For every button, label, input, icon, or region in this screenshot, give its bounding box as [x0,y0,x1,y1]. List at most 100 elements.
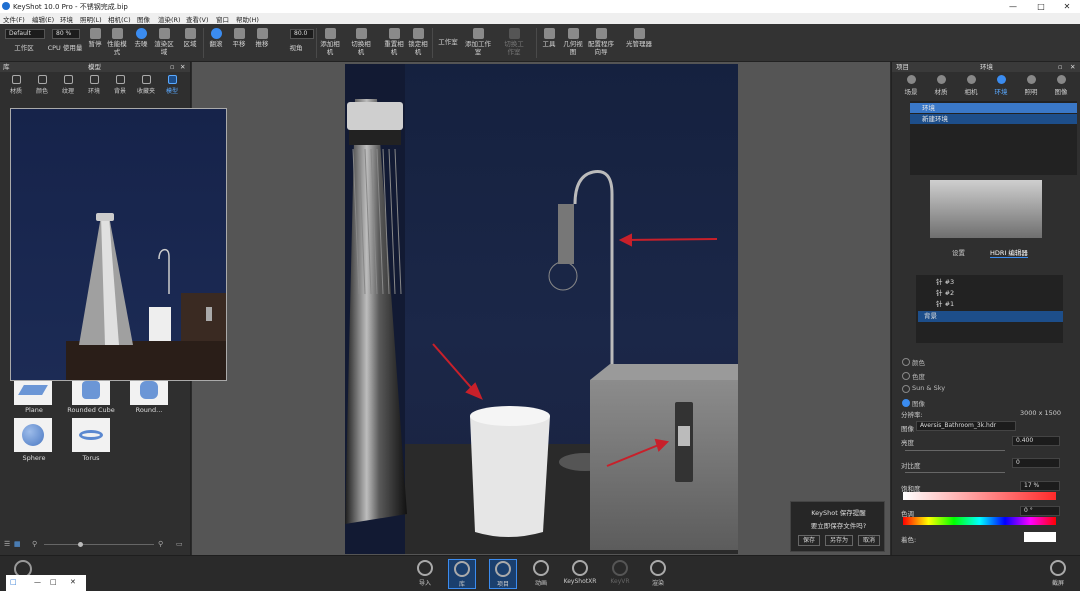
radio-chroma[interactable]: 色度 [902,371,925,381]
minimized-window-thumb[interactable]: □ — □ ✕ [6,575,86,591]
radio-sun-sky[interactable]: Sun & Sky [902,384,945,393]
model-thumb-sphere[interactable] [14,418,52,452]
layer-pin-3[interactable]: 针 #3 [918,277,1063,288]
rendered-scene[interactable] [345,64,738,554]
cpu-percent-field[interactable]: 80 % [52,29,80,39]
subtab-settings[interactable]: 设置 [952,247,965,257]
menu-help[interactable]: 帮助(H) [236,14,259,24]
brightness-slider[interactable] [905,450,1005,451]
pan-button[interactable]: 平移 [229,26,249,60]
environment-item-2[interactable]: 新建环境 [910,114,1077,124]
keyvr-button[interactable]: KeyVR [606,559,634,589]
project-button[interactable]: 项目 [489,559,517,589]
layer-pin-1[interactable]: 针 #1 [918,299,1063,310]
brightness-field[interactable]: 0.400 [1012,436,1060,446]
layer-pin-2[interactable]: 针 #2 [918,288,1063,299]
region-button[interactable]: 区域 [179,26,201,60]
performance-mode-button[interactable]: 性能模式 [106,26,128,60]
menu-camera[interactable]: 相机(C) [108,14,131,24]
tab-lighting[interactable]: 照明 [1018,75,1044,96]
saturation-field[interactable]: 17 % [1020,481,1060,491]
lock-camera-button[interactable]: 锁定相机 [407,26,429,60]
subtab-hdri-editor[interactable]: HDRI 编辑器 [990,247,1028,258]
hue-field[interactable]: 0 ° [1020,506,1060,516]
float-icon[interactable]: ▫ [1058,62,1062,72]
reset-camera-button[interactable]: 重置相机 [383,26,405,60]
dolly-button[interactable]: 推移 [252,26,272,60]
radio-image[interactable]: 图像 [902,398,925,408]
tab-environment[interactable]: 环境 [988,75,1014,96]
configurator-wizard-button[interactable]: 配置程序向导 [587,26,615,60]
thumbnail-size-slider[interactable] [44,544,154,545]
tab-models[interactable]: 模型 [161,75,183,95]
folder-icon[interactable]: ▭ [176,540,183,548]
taskbar-minimize-icon[interactable]: — [34,578,41,586]
close-button[interactable]: ✕ [1054,0,1080,13]
radio-color[interactable]: 颜色 [902,357,925,367]
layer-background[interactable]: 背景 [918,311,1063,322]
taskbar-close-icon[interactable]: ✕ [70,578,76,586]
add-studio-button[interactable]: 添加工作室 [465,26,491,60]
tab-environments[interactable]: 环境 [83,75,105,95]
workspace-button[interactable]: 工作区 [8,44,40,58]
tab-favorites[interactable]: 收藏夹 [135,75,157,95]
render-region-button[interactable]: 渲染区域 [153,26,175,60]
float-icon[interactable]: ▫ [170,62,174,72]
list-view-icon[interactable]: ☰ [4,540,10,548]
hue-gradient-slider[interactable] [903,517,1056,525]
tab-colors[interactable]: 颜色 [31,75,53,95]
tumble-button[interactable]: 翻滚 [206,26,226,60]
slider-handle[interactable] [78,542,83,547]
model-thumb-torus[interactable] [72,418,110,452]
library-button[interactable]: 库 [448,559,476,589]
menu-view[interactable]: 查看(V) [186,14,209,24]
tab-backgrounds[interactable]: 背景 [109,75,131,95]
studio-button[interactable]: 工作室 [436,38,460,58]
denoise-button[interactable]: 去噪 [131,26,151,60]
save-button[interactable]: 保存 [798,535,820,546]
taskbar-maximize-icon[interactable]: □ [50,578,57,586]
tint-color-swatch[interactable] [1024,532,1056,542]
cancel-button[interactable]: 取消 [858,535,880,546]
geometry-view-button[interactable]: 几何视图 [562,26,584,60]
fov-field[interactable]: 80.0 [290,29,314,39]
add-camera-button[interactable]: 添加相机 [319,26,341,60]
tab-materials[interactable]: 材质 [5,75,27,95]
environment-item-1[interactable]: 环境 [910,103,1077,113]
grid-view-icon[interactable]: ▦ [14,540,21,548]
light-manager-button[interactable]: 光管理器 [623,26,655,60]
tools-button[interactable]: 工具 [539,26,559,60]
contrast-field[interactable]: 0 [1012,458,1060,468]
pause-button[interactable]: 暂停 [86,26,104,60]
zoom-out-icon[interactable]: ⚲ [32,540,37,548]
menu-render[interactable]: 渲染(R) [158,14,181,24]
save-as-button[interactable]: 另存为 [825,535,853,546]
import-button[interactable]: 导入 [411,559,439,589]
zoom-in-icon[interactable]: ⚲ [158,540,163,548]
switch-camera-button[interactable]: 切换相机 [350,26,372,60]
render-button[interactable]: 渲染 [644,559,672,589]
menu-file[interactable]: 文件(F) [3,14,25,24]
minimize-button[interactable]: — [1000,0,1026,13]
tab-textures[interactable]: 纹理 [57,75,79,95]
panel-close-icon[interactable]: ✕ [1070,62,1075,72]
preview-window[interactable] [10,108,227,381]
menu-image[interactable]: 图像 [137,14,150,24]
preset-dropdown[interactable]: Default [5,29,45,39]
menu-window[interactable]: 窗口 [216,14,229,24]
tab-image[interactable]: 图像 [1048,75,1074,96]
screenshot-button[interactable]: 截屏 [1044,559,1072,589]
animation-button[interactable]: 动画 [527,559,555,589]
tab-material[interactable]: 材质 [928,75,954,96]
menu-edit[interactable]: 编辑(E) [32,14,54,24]
tab-scene[interactable]: 场景 [898,75,924,96]
contrast-slider[interactable] [905,472,1005,473]
keyshotxr-button[interactable]: KeyShotXR [563,559,597,589]
menu-lighting[interactable]: 照明(L) [80,14,102,24]
switch-studio-button[interactable]: 切换工作室 [502,26,526,60]
maximize-button[interactable]: □ [1028,0,1054,13]
hdri-preview-image[interactable] [930,180,1042,238]
saturation-gradient-slider[interactable] [903,492,1056,500]
menu-environment[interactable]: 环境 [60,14,73,24]
image-file-field[interactable]: Aversis_Bathroom_3k.hdr [916,421,1016,431]
